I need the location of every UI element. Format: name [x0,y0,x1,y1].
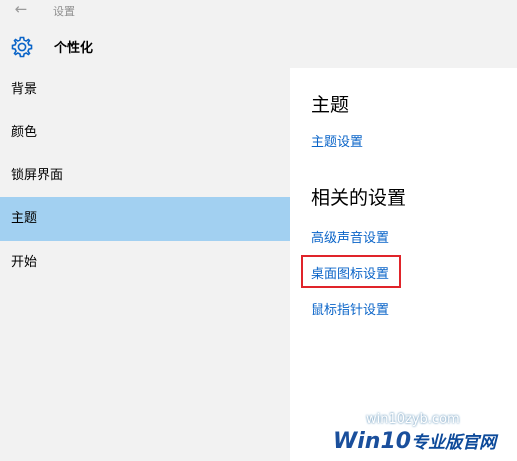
gear-icon [11,36,33,58]
sidebar-item-colors[interactable]: 颜色 [0,111,290,155]
title-bar: ← 设置 个性化 [0,0,517,68]
mouse-pointer-settings-link[interactable]: 鼠标指针设置 [311,299,389,318]
sidebar-nav: 背景 颜色 锁屏界面 主题 开始 [0,68,290,461]
watermark-logo-prefix: Win10 [333,429,412,454]
section-title-related: 相关的设置 [311,187,407,209]
desktop-icon-settings-link[interactable]: 桌面图标设置 [311,263,389,282]
breadcrumb: 设置 [53,5,75,18]
back-button[interactable]: ← [8,0,34,20]
theme-settings-link[interactable]: 主题设置 [311,131,363,150]
sidebar-item-background[interactable]: 背景 [0,68,290,112]
sidebar-item-start[interactable]: 开始 [0,241,290,285]
content-pane: 主题 主题设置 相关的设置 高级声音设置 桌面图标设置 鼠标指针设置 [290,68,517,461]
watermark-logo: Win10专业版官网 [333,428,496,458]
settings-window: ← 设置 个性化 背景 颜色 锁屏界面 主题 开始 主题 主题设置 相关的设置 … [0,0,517,461]
sidebar-item-themes[interactable]: 主题 [0,197,290,241]
advanced-sound-settings-link[interactable]: 高级声音设置 [311,227,389,246]
sidebar-item-lock-screen[interactable]: 锁屏界面 [0,154,290,198]
back-arrow-icon: ← [14,0,28,18]
section-title-theme: 主题 [311,94,350,116]
page-title: 个性化 [54,41,94,56]
watermark-url: win10zyb.com [366,412,460,427]
watermark-logo-suffix: 专业版官网 [411,433,497,453]
